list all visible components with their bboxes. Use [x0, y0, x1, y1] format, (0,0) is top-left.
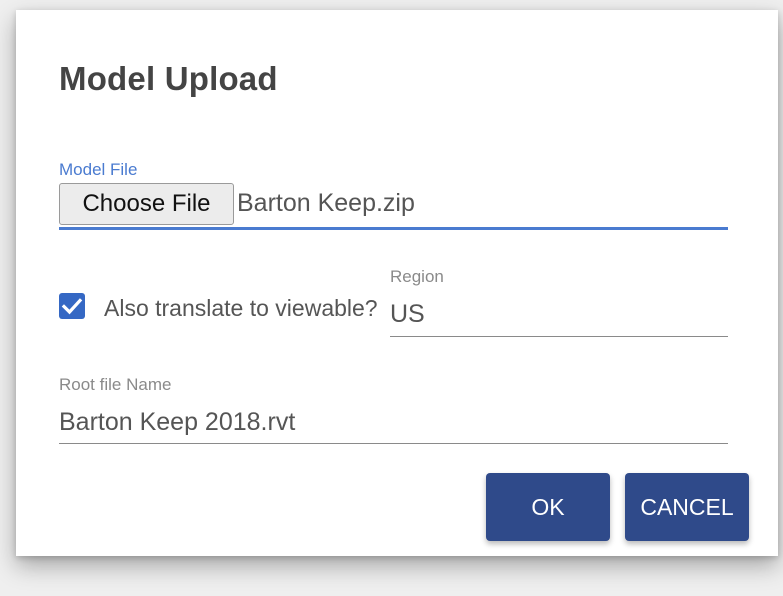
choose-file-button[interactable]: Choose File	[59, 183, 234, 225]
root-file-underline	[59, 443, 728, 444]
selected-file-name: Barton Keep.zip	[237, 189, 415, 217]
ok-button[interactable]: OK	[486, 473, 610, 541]
region-underline	[390, 336, 728, 337]
region-label: Region	[390, 267, 444, 286]
cancel-button[interactable]: CANCEL	[625, 473, 749, 541]
root-file-label: Root file Name	[59, 375, 172, 394]
root-file-name-input[interactable]: Barton Keep 2018.rvt	[59, 408, 295, 437]
check-icon	[61, 298, 83, 315]
translate-checkbox-label[interactable]: Also translate to viewable?	[104, 295, 378, 322]
dialog-title: Model Upload	[59, 60, 278, 97]
model-file-underline	[59, 227, 728, 230]
region-select[interactable]: US	[390, 300, 425, 329]
model-upload-dialog: Model Upload Model File Choose File Bart…	[16, 10, 778, 556]
model-file-input[interactable]: Choose File Barton Keep.zip	[59, 183, 728, 227]
translate-checkbox[interactable]	[59, 293, 85, 319]
model-file-label: Model File	[59, 160, 138, 179]
